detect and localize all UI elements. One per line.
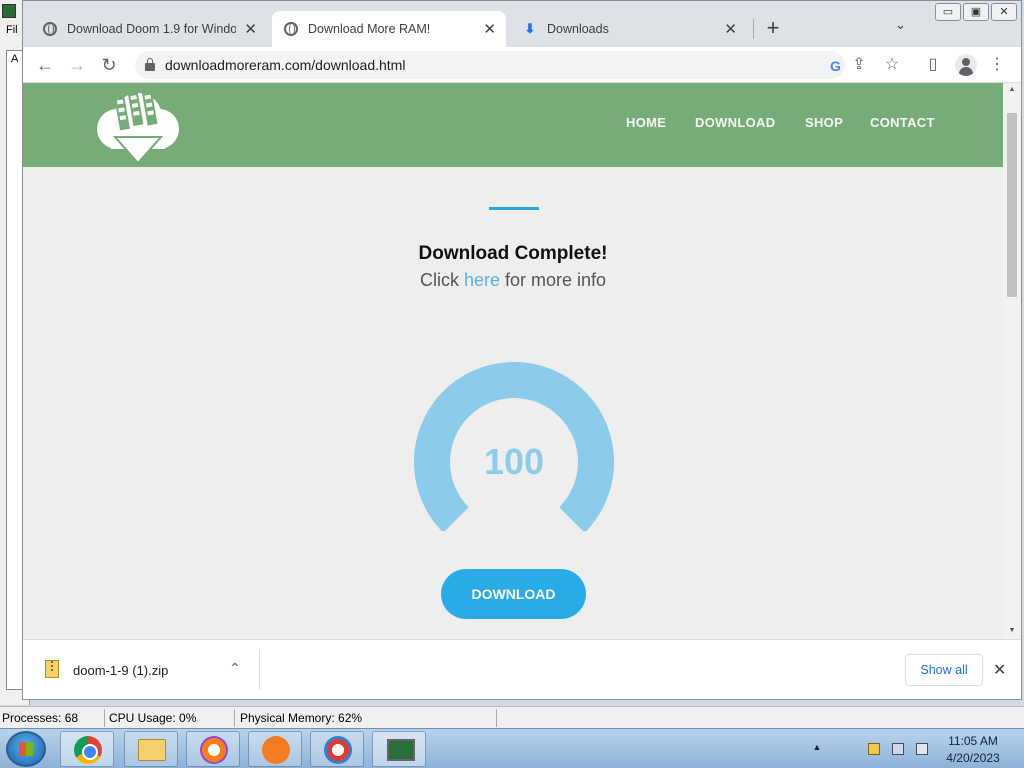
minimize-button[interactable]: ▭ [935,3,961,21]
task-manager-icon [387,739,415,761]
scrollbar-thumb[interactable] [1007,113,1017,297]
close-tab-icon[interactable]: ✕ [244,20,257,38]
taskbar-avast-antivirus[interactable] [248,731,302,767]
file-menu[interactable]: Fil [6,24,18,36]
taskbar: ▲ 11:05 AM 4/20/2023 [0,728,1024,768]
nav-home-link[interactable]: HOME [626,115,666,130]
address-bar[interactable]: downloadmoreram.com/download.html G [135,51,845,79]
chrome-icon [74,736,102,764]
window-controls: ▭ ▣ ✕ [933,3,1017,21]
action-center-flag-icon[interactable] [868,743,880,755]
close-tab-icon[interactable]: ✕ [724,20,737,38]
taskbar-secure-browser[interactable] [310,731,364,767]
globe-icon [43,22,57,36]
taskbar-task-manager[interactable] [372,731,426,767]
bookmark-star-icon[interactable]: ☆ [882,54,902,74]
close-shelf-icon[interactable]: ✕ [993,660,1006,680]
site-header: HOME DOWNLOAD SHOP CONTACT [23,83,1003,167]
url-text[interactable]: downloadmoreram.com/download.html [165,57,405,73]
close-window-button[interactable]: ✕ [991,3,1017,21]
tab-strip: Download Doom 1.9 for Window ✕ Download … [23,1,1021,47]
status-divider [104,709,105,727]
file-options-chevron-icon[interactable]: ⌃ [229,660,241,677]
tab-title: Downloads [547,22,609,36]
profile-avatar-icon[interactable] [955,54,977,76]
zip-file-icon [45,660,59,678]
tab-download-more-ram[interactable]: Download More RAM! ✕ [272,11,506,47]
app-icon [2,4,16,18]
tab-title: Download More RAM! [308,22,431,36]
info-prefix: Click [419,270,464,290]
taskbar-chrome[interactable] [60,731,114,767]
lock-icon[interactable] [145,58,155,71]
progress-gauge-value: 100 [483,441,545,482]
browser-menu-icon[interactable]: ⋮ [987,54,1007,74]
nav-shop-link[interactable]: SHOP [805,115,843,130]
back-button[interactable]: ← [33,53,57,77]
task-manager-status-bar: Processes: 68 CPU Usage: 0% Physical Mem… [0,706,1024,728]
more-info-line: Click here for more info [23,270,1003,291]
scroll-up-icon[interactable]: ▲ [1006,86,1018,93]
clock-date[interactable]: 4/20/2023 [938,751,1008,765]
browser-window: Download Doom 1.9 for Window ✕ Download … [22,0,1022,700]
globe-icon [284,22,298,36]
tab-download-doom[interactable]: Download Doom 1.9 for Window ✕ [31,11,267,47]
volume-muted-icon[interactable] [916,743,928,755]
scroll-down-icon[interactable]: ▼ [1006,627,1018,634]
forward-button[interactable]: → [65,53,89,77]
reload-button[interactable]: ↻ [97,53,121,77]
avast-antivirus-icon [262,736,290,764]
tab-separator [753,19,754,39]
page-viewport: HOME DOWNLOAD SHOP CONTACT Download Down… [23,83,1003,639]
download-complete-text: Download Complete! [418,243,608,264]
side-panel-icon[interactable]: ▯ [923,54,943,74]
nav-download-link[interactable]: DOWNLOAD [695,115,775,130]
more-info-link[interactable]: here [464,270,500,290]
avast-browser-icon [200,736,228,764]
heading-divider [489,207,539,210]
tab-downloads[interactable]: ⬇ Downloads ✕ [511,11,747,47]
physical-memory: Physical Memory: 62% [240,711,363,725]
google-lens-icon[interactable]: G [830,58,841,74]
restore-button[interactable]: ▣ [963,3,989,21]
share-icon[interactable]: ⇪ [849,54,869,74]
download-ram-logo-icon[interactable] [93,87,183,165]
download-shelf: doom-1-9 (1).zip ⌃ Show all ✕ [23,639,1021,699]
tab-title: Download Doom 1.9 for Window [67,22,237,36]
download-icon: ⬇ [524,21,536,36]
tab-search-chevron-icon[interactable]: ⌄ [895,17,906,33]
browser-toolbar: ← → ↻ downloadmoreram.com/download.html … [23,47,1021,83]
new-tab-button[interactable]: + [761,15,785,41]
show-hidden-icons-icon[interactable]: ▲ [810,742,824,752]
download-button[interactable]: DOWNLOAD [441,569,586,619]
nav-contact-link[interactable]: CONTACT [870,115,935,130]
page-scrollbar[interactable]: ▲ ▼ [1003,83,1021,639]
info-suffix: for more info [499,270,607,290]
processes-count: Processes: 68 [2,711,79,725]
cpu-usage: CPU Usage: 0% [109,711,197,725]
taskbar-file-explorer[interactable] [124,731,178,767]
clock-time[interactable]: 11:05 AM [938,734,1008,748]
folder-icon [138,739,166,761]
downloaded-file-name[interactable]: doom-1-9 (1).zip [73,663,168,678]
show-all-button[interactable]: Show all [905,654,983,686]
network-icon[interactable] [892,743,904,755]
shelf-separator [259,650,260,690]
secure-browser-icon [324,736,352,764]
close-tab-icon[interactable]: ✕ [483,20,496,38]
status-divider [234,709,235,727]
taskbar-avast-browser[interactable] [186,731,240,767]
start-button[interactable] [6,731,46,767]
status-divider [496,709,497,727]
